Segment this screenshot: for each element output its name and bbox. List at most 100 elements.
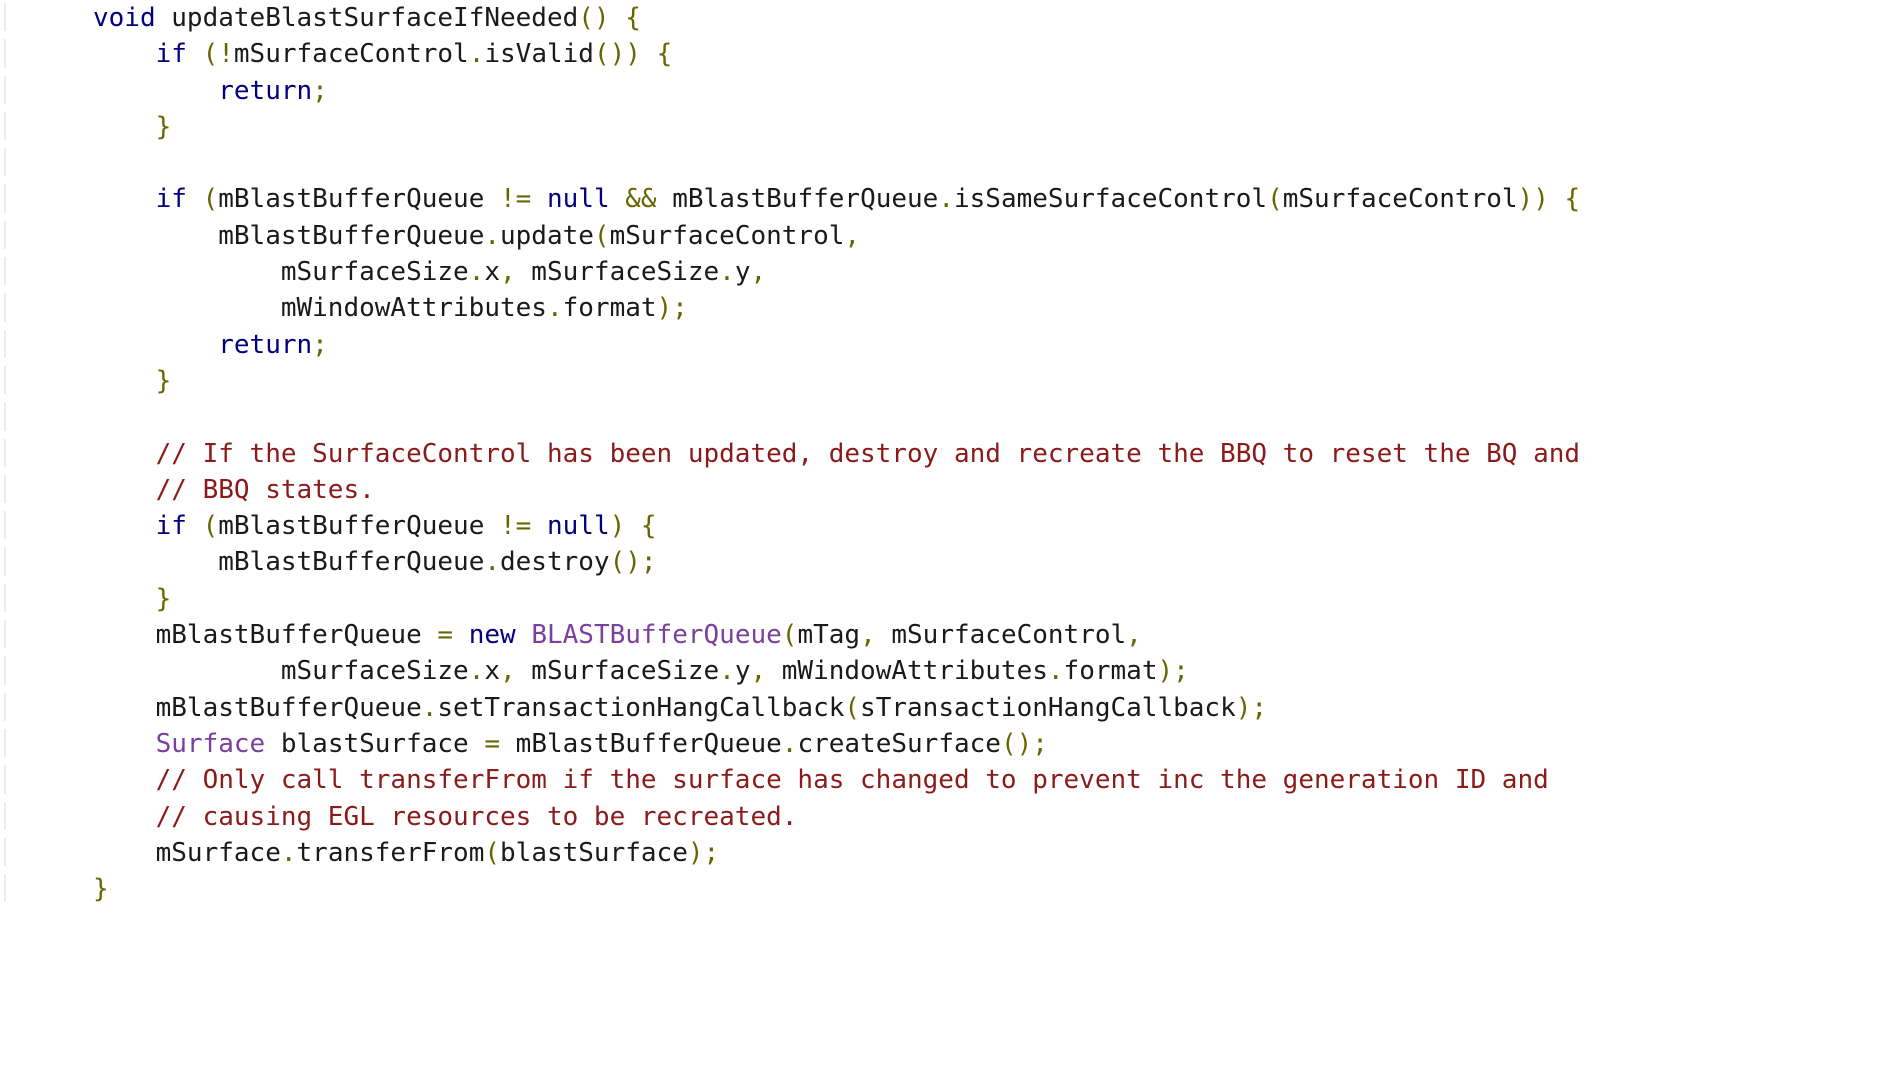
code-token-kw: null — [546, 184, 610, 215]
code-token-plain: blastSurface — [265, 728, 469, 759]
code-token-punct: ); — [656, 293, 688, 324]
code-token-comment: // causing EGL resources to be recreated… — [155, 801, 798, 832]
code-token-kw: null — [546, 511, 610, 542]
code-token-kw: if — [155, 39, 187, 70]
code-line: // BBQ states. — [0, 472, 1898, 508]
code-line — [0, 145, 1898, 181]
code-token-punct: . — [719, 257, 735, 288]
code-line: } — [0, 871, 1898, 907]
code-token-punct: ()) { — [593, 39, 673, 70]
code-token-kw: void — [93, 3, 156, 33]
code-token-plain: mSurfaceSize — [515, 656, 720, 687]
code-token-plain: updateBlastSurfaceIfNeeded — [155, 3, 579, 33]
code-token-plain: destroy — [500, 547, 610, 578]
code-line: void updateBlastSurfaceIfNeeded() { — [0, 0, 1898, 36]
code-token-punct: ( — [202, 511, 219, 542]
code-token-plain: mBlastBufferQueue — [155, 620, 422, 651]
code-token-plain: mBlastBufferQueue — [218, 511, 485, 542]
code-token-plain: y — [734, 257, 751, 288]
code-token-punct: . — [719, 656, 735, 687]
code-token-punct: (); — [609, 547, 657, 578]
code-token-punct: , — [844, 220, 861, 251]
code-line: } — [0, 109, 1898, 145]
code-token-punct: . — [1047, 656, 1064, 687]
code-token-punct: ); — [1157, 656, 1189, 687]
code-token-plain: y — [734, 656, 751, 687]
code-line: if (mBlastBufferQueue != null && mBlastB… — [0, 181, 1898, 217]
code-token-punct: ( — [781, 620, 798, 651]
code-token-punct: ); — [1235, 692, 1268, 723]
code-token-punct: ; — [312, 329, 328, 360]
code-line: if (mBlastBufferQueue != null) { — [0, 508, 1898, 544]
code-token-plain: isValid — [484, 39, 594, 70]
code-token-punct: } — [155, 365, 172, 396]
code-token-plain: update — [500, 220, 594, 251]
code-token-plain: mSurface — [155, 837, 281, 868]
code-token-comment: // If the SurfaceControl has been update… — [155, 438, 1581, 469]
code-token-plain: mBlastBufferQueue — [218, 220, 485, 251]
code-token-plain: mBlastBufferQueue — [218, 184, 485, 215]
code-token-type: BLASTBufferQueue — [531, 620, 782, 651]
code-token-plain: mSurfaceControl — [609, 220, 845, 251]
code-token-punct: ( — [593, 220, 610, 251]
code-token-plain: x — [484, 656, 500, 687]
code-token-plain: mSurfaceSize — [280, 257, 469, 288]
code-token-plain: isSameSurfaceControl — [954, 184, 1268, 215]
code-snippet-viewer[interactable]: void updateBlastSurfaceIfNeeded() { if (… — [0, 0, 1898, 1090]
code-token-punct: ( — [202, 184, 219, 215]
code-token-punct: ) { — [609, 511, 657, 542]
code-token-plain: mWindowAttributes — [280, 293, 547, 324]
code-token-kw: if — [155, 511, 187, 542]
code-line: // If the SurfaceControl has been update… — [0, 436, 1898, 472]
code-token-plain: mSurfaceSize — [515, 257, 720, 288]
code-token-punct: ; — [312, 75, 328, 106]
code-token-plain: format — [562, 293, 657, 324]
code-token-punct: . — [938, 184, 954, 215]
code-token-kw: return — [218, 75, 313, 106]
code-token-type: Surface — [155, 728, 266, 759]
code-token-plain: mBlastBufferQueue — [500, 728, 782, 759]
code-token-punct: , — [750, 656, 767, 687]
code-token-plain: mSurfaceControl — [875, 620, 1127, 651]
code-line: mWindowAttributes.format); — [0, 290, 1898, 326]
code-token-plain: createSurface — [797, 728, 1001, 759]
code-token-plain: x — [484, 257, 500, 288]
code-token-punct: . — [421, 692, 438, 723]
code-token-punct: . — [546, 293, 563, 324]
code-token-punct: = — [484, 728, 501, 759]
code-token-punct: ); — [687, 837, 720, 868]
code-line: return; — [0, 73, 1898, 109]
code-token-punct: ( — [1267, 184, 1283, 215]
code-token-plain: mBlastBufferQueue — [656, 184, 939, 215]
code-line: Surface blastSurface = mBlastBufferQueue… — [0, 726, 1898, 762]
code-token-punct: } — [155, 111, 172, 142]
code-line: mBlastBufferQueue.setTransactionHangCall… — [0, 690, 1898, 726]
code-token-plain: sTransactionHangCallback — [860, 692, 1236, 723]
code-token-kw: return — [218, 329, 313, 360]
code-line: mBlastBufferQueue = new BLASTBufferQueue… — [0, 617, 1898, 653]
code-token-plain: setTransactionHangCallback — [437, 692, 845, 723]
